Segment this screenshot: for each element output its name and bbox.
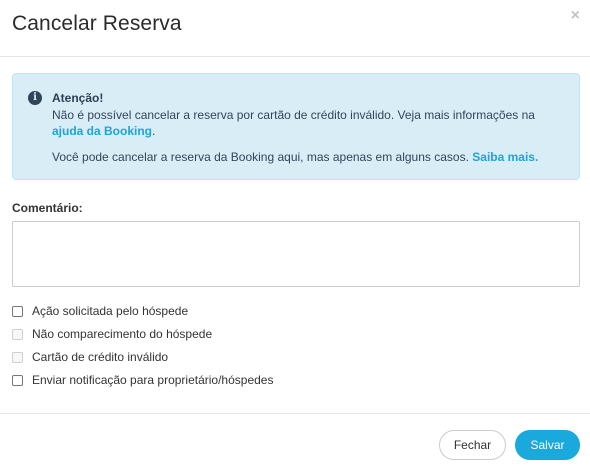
info-icon: i (28, 91, 42, 105)
alert-heading: Atenção! (52, 91, 104, 105)
info-alert: i Atenção! Não é possível cancelar a res… (12, 73, 580, 180)
checkbox[interactable] (12, 374, 23, 386)
checkbox-disabled (12, 351, 23, 363)
option-invalid-card: Cartão de crédito inválido (12, 349, 168, 365)
option-label: Enviar notificação para proprietário/hós… (32, 373, 274, 387)
close-button[interactable]: Fechar (439, 430, 506, 460)
alert-message-2: ajuda da Booking. (52, 124, 155, 138)
comment-textarea[interactable] (12, 221, 580, 287)
modal-header: Cancelar Reserva × (0, 0, 590, 57)
modal-title: Cancelar Reserva (12, 12, 182, 35)
alert-message-1: Não é possível cancelar a reserva por ca… (52, 108, 535, 122)
footer-divider (0, 413, 590, 414)
option-label: Não comparecimento do hóspede (32, 327, 213, 341)
comment-label: Comentário: (12, 201, 83, 215)
option-send-notification[interactable]: Enviar notificação para proprietário/hós… (12, 372, 273, 388)
close-icon[interactable]: × (571, 8, 580, 24)
alert-period: . (152, 124, 156, 138)
option-guest-request[interactable]: Ação solicitada pelo hóspede (12, 303, 188, 319)
learn-more-link[interactable]: Saiba mais. (472, 150, 538, 164)
alert-message-3: Você pode cancelar a reserva da Booking … (52, 150, 538, 164)
checkbox[interactable] (12, 305, 23, 317)
alert-message-3-text: Você pode cancelar a reserva da Booking … (52, 150, 469, 164)
option-label: Cartão de crédito inválido (32, 350, 169, 364)
booking-help-link[interactable]: ajuda da Booking (52, 124, 152, 138)
option-no-show: Não comparecimento do hóspede (12, 326, 212, 342)
save-button[interactable]: Salvar (515, 430, 580, 460)
option-label: Ação solicitada pelo hóspede (32, 304, 189, 318)
checkbox-disabled (12, 328, 23, 340)
